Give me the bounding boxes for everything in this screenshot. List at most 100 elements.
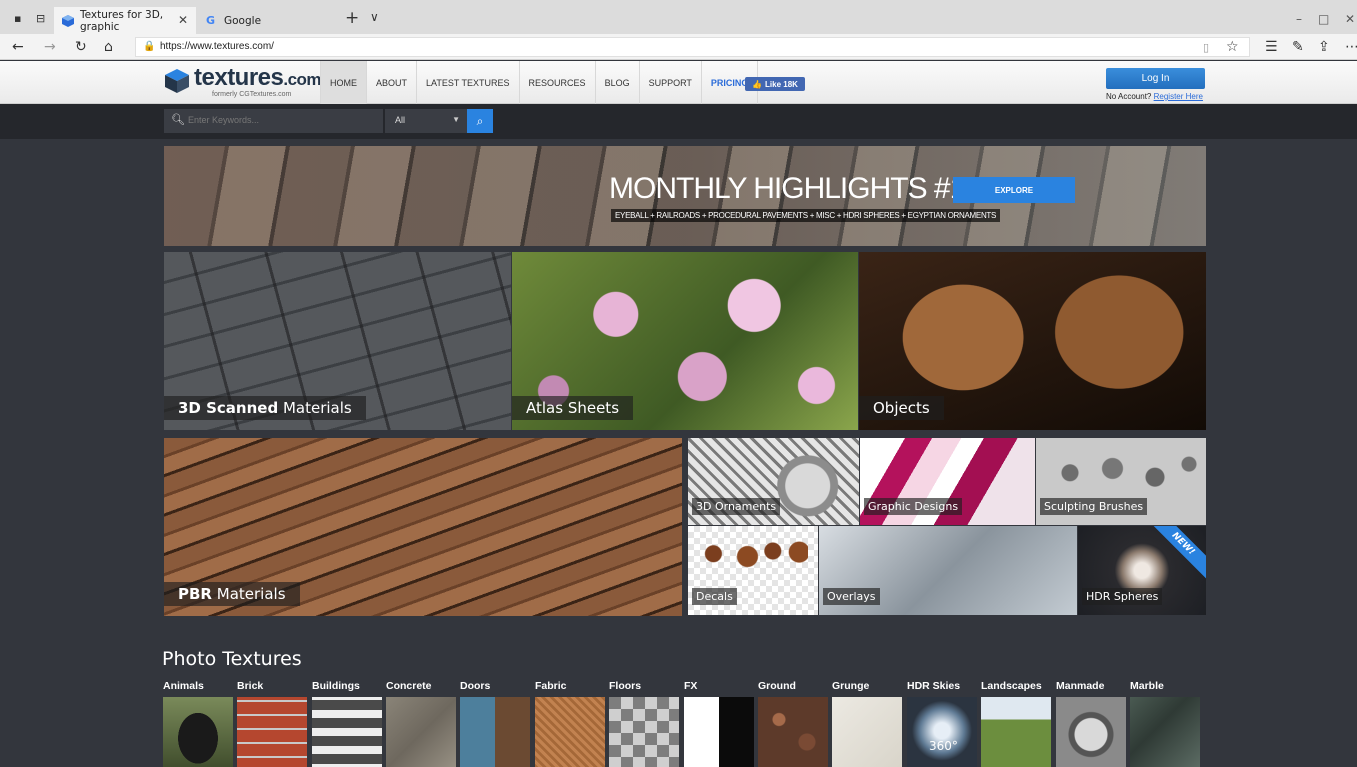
favorite-star-icon[interactable]: ☆ xyxy=(1226,39,1239,55)
category-thumbnail: 360° xyxy=(907,697,977,767)
category-animals[interactable]: Animals xyxy=(163,680,233,767)
tile-3d-scanned-materials[interactable]: 3D Scanned Materials xyxy=(164,252,511,430)
lock-icon: 🔒 xyxy=(143,41,156,52)
nav-support[interactable]: SUPPORT xyxy=(638,61,701,104)
search-category-select[interactable]: All ▼ xyxy=(385,109,467,133)
category-fx[interactable]: FX xyxy=(684,680,754,767)
tab-google[interactable]: G Google xyxy=(198,7,330,34)
category-floors[interactable]: Floors xyxy=(609,680,679,767)
login-button[interactable]: Log In xyxy=(1106,68,1205,89)
category-ground[interactable]: Ground xyxy=(758,680,828,767)
tile-hdr-spheres[interactable]: NEW! HDR Spheres xyxy=(1078,526,1206,615)
browser-tab-bar: ▪ ⊟ Textures for 3D, graphic ✕ G Google … xyxy=(0,0,1357,34)
nav-latest-textures[interactable]: LATEST TEXTURES xyxy=(416,61,519,104)
category-fabric[interactable]: Fabric xyxy=(535,680,605,767)
category-thumbnail xyxy=(832,697,902,767)
url-text: https://www.textures.com/ xyxy=(160,41,274,52)
nav-home[interactable]: HOME xyxy=(320,61,366,104)
close-window-icon[interactable]: ✕ xyxy=(1345,12,1355,26)
notes-pen-icon[interactable]: ✎ xyxy=(1292,39,1304,55)
category-thumbnail xyxy=(535,697,605,767)
tile-decals[interactable]: Decals xyxy=(688,526,818,615)
category-manmade[interactable]: Manmade xyxy=(1056,680,1126,767)
category-marble[interactable]: Marble xyxy=(1130,680,1200,767)
category-brick[interactable]: Brick xyxy=(237,680,307,767)
nav-resources[interactable]: RESOURCES xyxy=(518,61,595,104)
fb-like-label: Like 18K xyxy=(765,79,798,89)
new-tab-icon[interactable]: + xyxy=(345,8,359,28)
tile-label: 3D Ornaments xyxy=(692,498,781,515)
share-icon[interactable]: ⇪ xyxy=(1318,39,1330,55)
hdr-360-badge: 360° xyxy=(929,739,958,753)
site-header: textures.com formerly CGTextures.com HOM… xyxy=(0,61,1357,104)
category-grunge[interactable]: Grunge xyxy=(832,680,902,767)
tile-graphic-designs[interactable]: Graphic Designs xyxy=(860,438,1035,525)
more-icon[interactable]: ⋯ xyxy=(1345,39,1357,55)
refresh-icon[interactable]: ↻ xyxy=(75,39,87,55)
forward-icon[interactable]: → xyxy=(44,39,56,55)
banner-subtitle: EYEBALL + RAILROADS + PROCEDURAL PAVEMEN… xyxy=(611,209,1001,222)
tab-textures[interactable]: Textures for 3D, graphic ✕ xyxy=(54,7,196,34)
photo-textures-heading: Photo Textures xyxy=(162,648,302,670)
address-toolbar: ← → ↻ ⌂ 🔒 https://www.textures.com/ ▯ ☆ … xyxy=(0,34,1357,60)
reading-view-icon[interactable]: ▯ xyxy=(1203,41,1209,54)
tile-label: Atlas Sheets xyxy=(512,396,634,420)
category-thumbnail xyxy=(609,697,679,767)
tile-sculpting-brushes[interactable]: Sculpting Brushes xyxy=(1036,438,1206,525)
category-concrete[interactable]: Concrete xyxy=(386,680,456,767)
url-field[interactable]: 🔒 https://www.textures.com/ xyxy=(135,37,1250,57)
category-thumbnail xyxy=(312,697,382,767)
favorites-list-icon[interactable]: ☰ xyxy=(1265,39,1278,55)
facebook-like-button[interactable]: 👍 Like 18K xyxy=(745,77,805,91)
category-thumbnail xyxy=(1056,697,1126,767)
tile-objects[interactable]: Objects xyxy=(859,252,1206,430)
tile-label: Sculpting Brushes xyxy=(1040,498,1148,515)
main-nav: HOME ABOUT LATEST TEXTURES RESOURCES BLO… xyxy=(320,61,759,104)
tile-label: Objects xyxy=(859,396,944,420)
site-logo[interactable]: textures.com formerly CGTextures.com xyxy=(164,64,322,100)
category-landscapes[interactable]: Landscapes xyxy=(981,680,1051,767)
tab-actions-icon[interactable]: ▪ xyxy=(14,12,21,25)
search-placeholder: Enter Keywords... xyxy=(188,115,260,125)
category-doors[interactable]: Doors xyxy=(460,680,530,767)
search-button[interactable]: ⌕ xyxy=(467,109,493,133)
register-link[interactable]: Register Here xyxy=(1154,92,1203,101)
tile-atlas-sheets[interactable]: Atlas Sheets xyxy=(512,252,858,430)
tab-title: Google xyxy=(224,14,262,27)
category-hdr-skies[interactable]: HDR Skies 360° xyxy=(907,680,977,767)
monthly-highlights-banner[interactable]: MONTHLY HIGHLIGHTS #11 EXPLORE EYEBALL +… xyxy=(164,146,1206,246)
minimize-icon[interactable]: – xyxy=(1296,12,1302,26)
maximize-icon[interactable]: □ xyxy=(1318,12,1329,26)
category-buildings[interactable]: Buildings xyxy=(312,680,382,767)
search-input[interactable]: 🔍︎ Enter Keywords... xyxy=(164,109,383,133)
explore-button[interactable]: EXPLORE xyxy=(953,177,1075,203)
tab-close-icon[interactable]: ✕ xyxy=(178,13,188,27)
search-category-value: All xyxy=(395,115,406,125)
tile-pbr-materials[interactable]: PBR Materials xyxy=(164,438,682,616)
category-thumbnail xyxy=(1130,697,1200,767)
nav-about[interactable]: ABOUT xyxy=(366,61,416,104)
category-thumbnail xyxy=(758,697,828,767)
cube-logo-icon xyxy=(165,69,189,93)
home-icon[interactable]: ⌂ xyxy=(104,39,113,55)
caret-down-icon: ▼ xyxy=(452,115,460,124)
category-thumbnail xyxy=(237,697,307,767)
textures-favicon-icon xyxy=(62,14,74,27)
category-thumbnail xyxy=(460,697,530,767)
tile-3d-ornaments[interactable]: 3D Ornaments xyxy=(688,438,859,525)
nav-blog[interactable]: BLOG xyxy=(594,61,639,104)
search-bar: 🔍︎ Enter Keywords... All ▼ ⌕ xyxy=(0,104,1357,139)
tile-label: Decals xyxy=(692,588,737,605)
tab-preview-icon[interactable]: ⊟ xyxy=(36,12,45,25)
category-thumbnail xyxy=(684,697,754,767)
no-account-text: No Account? Register Here xyxy=(1106,92,1203,101)
new-badge: NEW! xyxy=(1145,526,1206,582)
logo-formerly: formerly CGTextures.com xyxy=(212,91,292,98)
thumbs-up-icon: 👍 xyxy=(752,79,763,89)
tile-overlays[interactable]: Overlays xyxy=(819,526,1077,615)
back-icon[interactable]: ← xyxy=(12,39,24,55)
tile-label: Graphic Designs xyxy=(864,498,963,515)
category-thumbnail xyxy=(163,697,233,767)
search-icon: ⌕ xyxy=(476,113,484,128)
chevron-down-icon[interactable]: ∨ xyxy=(370,10,379,24)
